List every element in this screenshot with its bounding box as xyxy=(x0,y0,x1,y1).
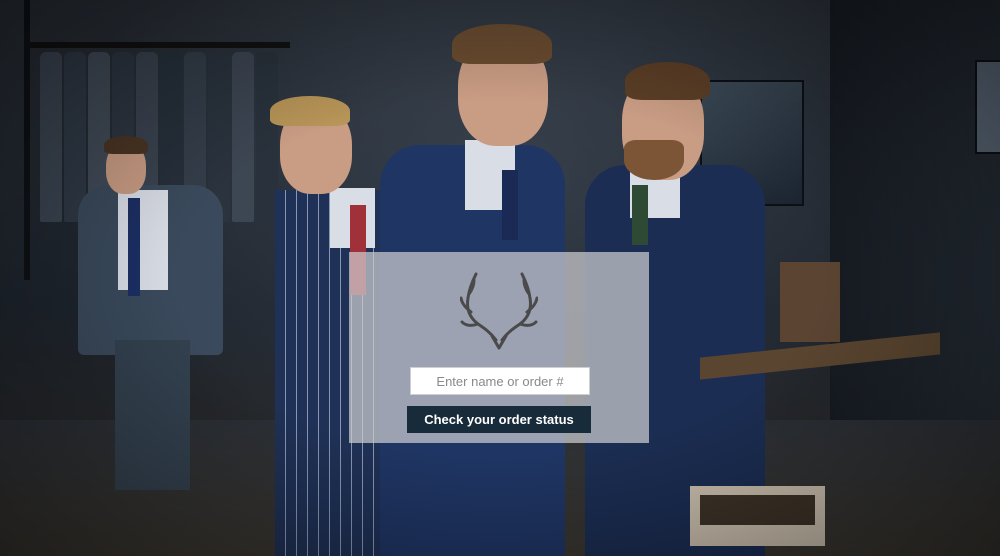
order-status-panel: Check your order status xyxy=(349,252,649,443)
check-order-status-button[interactable]: Check your order status xyxy=(407,406,591,433)
order-search-input[interactable] xyxy=(410,367,590,395)
antlers-icon xyxy=(460,272,538,350)
